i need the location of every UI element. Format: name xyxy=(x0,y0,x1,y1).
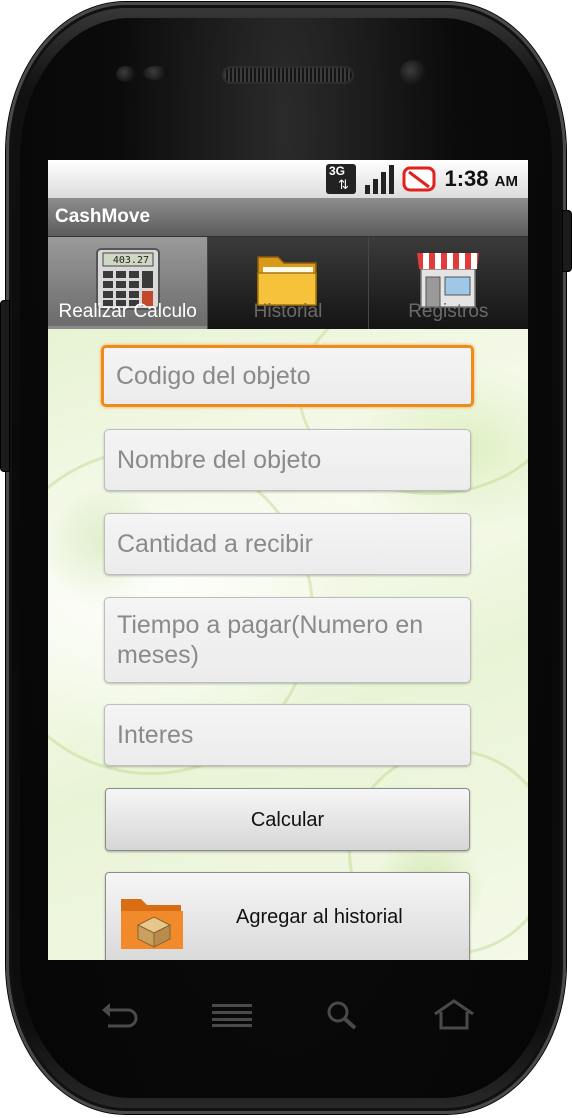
earpiece-speaker xyxy=(222,66,354,84)
agregar-historial-button[interactable]: Agregar al historial xyxy=(105,872,470,960)
calculo-form: Codigo del objeto Nombre del objeto Cant… xyxy=(48,329,528,960)
tab-label: Historial xyxy=(253,301,323,322)
tab-realizar-calculo[interactable]: 403.27 Realizar Calculo xyxy=(48,237,208,329)
light-sensor xyxy=(143,66,169,80)
folder-box-icon xyxy=(121,899,183,949)
screen: 3G ⇅ 1:38 AM CashMove 403.27 Realizar Ca… xyxy=(48,160,528,960)
volume-rocker[interactable] xyxy=(0,300,10,472)
front-camera xyxy=(400,60,426,86)
tab-registros[interactable]: Registros xyxy=(367,237,528,329)
app-title: CashMove xyxy=(55,206,151,227)
nombre-placeholder: Nombre del objeto xyxy=(117,446,322,474)
codigo-placeholder: Codigo del objeto xyxy=(116,362,311,390)
tab-historial[interactable]: Historial xyxy=(207,237,367,329)
interes-input[interactable]: Interes xyxy=(104,704,471,766)
app-title-bar: CashMove xyxy=(48,198,528,237)
signal-bars-icon xyxy=(365,165,394,194)
search-icon[interactable] xyxy=(326,1000,358,1030)
back-icon[interactable] xyxy=(100,1000,138,1028)
calcular-button[interactable]: Calcular xyxy=(105,788,470,851)
power-button[interactable] xyxy=(562,210,572,272)
folder-icon xyxy=(257,256,317,306)
tiempo-placeholder: Tiempo a pagar(Numero en meses) xyxy=(117,611,424,669)
network-type-label: 3G xyxy=(329,164,346,178)
no-sync-icon xyxy=(402,166,436,192)
tiempo-pagar-input[interactable]: Tiempo a pagar(Numero en meses) xyxy=(104,597,471,683)
tab-label: Realizar Calculo xyxy=(58,301,197,322)
agregar-label: Agregar al historial xyxy=(236,906,403,928)
proximity-sensor xyxy=(116,66,136,82)
status-clock: 1:38 AM xyxy=(445,166,519,192)
nombre-objeto-input[interactable]: Nombre del objeto xyxy=(104,429,471,491)
calcular-label: Calcular xyxy=(250,809,325,831)
clock-time: 1:38 xyxy=(444,166,489,191)
tab-label: Registros xyxy=(408,301,489,322)
interes-placeholder: Interes xyxy=(117,721,194,749)
codigo-objeto-input[interactable]: Codigo del objeto xyxy=(101,345,474,407)
cantidad-recibir-input[interactable]: Cantidad a recibir xyxy=(104,513,471,575)
menu-icon[interactable] xyxy=(212,1003,252,1027)
tab-bar: 403.27 Realizar Calculo Historial Regist… xyxy=(48,237,528,329)
home-icon[interactable] xyxy=(432,998,476,1030)
calculator-display: 403.27 xyxy=(113,255,149,266)
store-icon xyxy=(417,253,480,308)
cantidad-placeholder: Cantidad a recibir xyxy=(117,530,313,558)
status-bar: 3G ⇅ 1:38 AM xyxy=(48,160,528,198)
clock-ampm: AM xyxy=(494,173,518,190)
3g-data-icon: 3G ⇅ xyxy=(326,164,356,194)
